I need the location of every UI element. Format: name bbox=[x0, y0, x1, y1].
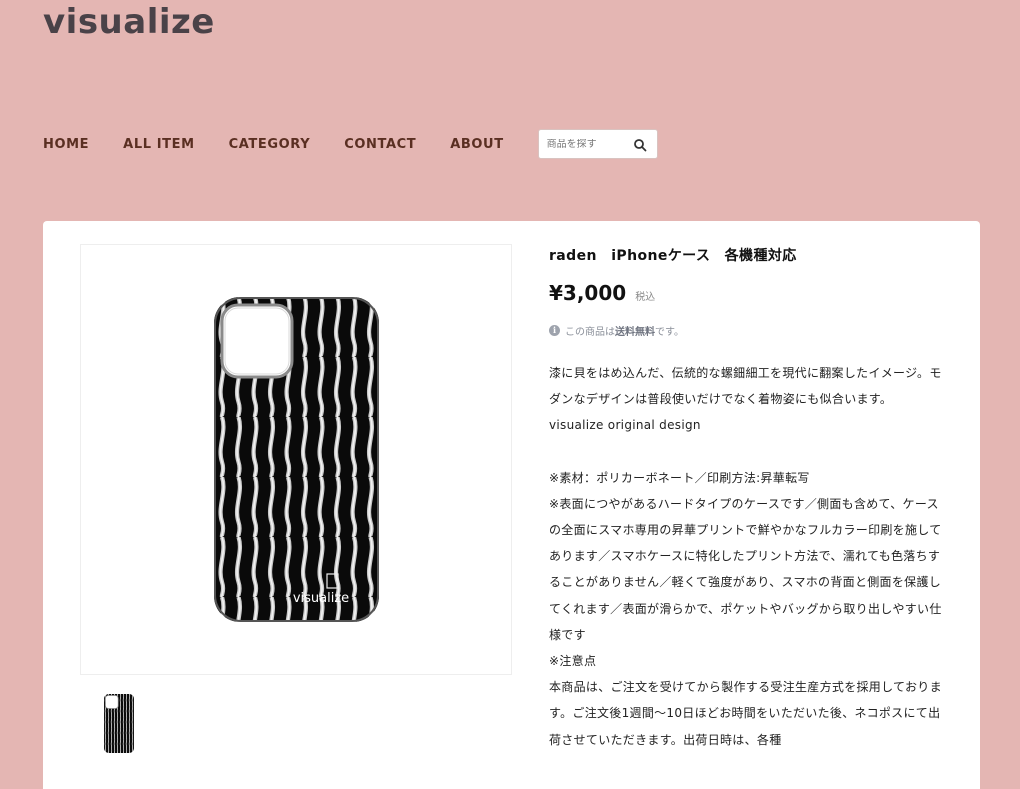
product-description: 漆に貝をはめ込んだ、伝統的な螺鈿細工を現代に翻案したイメージ。モダンなデザインは… bbox=[549, 360, 944, 753]
nav-category[interactable]: CATEGORY bbox=[229, 137, 311, 152]
shipping-prefix: この商品は bbox=[565, 327, 615, 338]
product-main-image: visualize bbox=[80, 244, 512, 675]
search-box bbox=[537, 129, 658, 159]
tax-label: 税込 bbox=[635, 292, 656, 303]
case-brand-text: visualize bbox=[292, 591, 348, 606]
description-paragraph: ※注意点 bbox=[549, 654, 597, 669]
description-paragraph: ※表面につやがあるハードタイプのケースです／側面も含めて、ケースの全面にスマホ専… bbox=[549, 496, 942, 642]
info-icon: i bbox=[549, 325, 560, 336]
main-nav: HOME ALL ITEM CATEGORY CONTACT ABOUT bbox=[43, 129, 658, 159]
product-info: raden iPhoneケース 各機種対応 ¥3,000 税込 i この商品は送… bbox=[549, 245, 944, 753]
thumbnail-case-illustration bbox=[103, 693, 134, 753]
shipping-free-label: 送料無料 bbox=[615, 327, 655, 338]
description-paragraph: ※素材：ポリカーボネート／印刷方法:昇華転写 bbox=[549, 470, 810, 485]
description-paragraph: 本商品は、ご注文を受けてから製作する受注生産方式を採用しております。ご注文後1週… bbox=[549, 680, 942, 747]
description-paragraph: 漆に貝をはめ込んだ、伝統的な螺鈿細工を現代に翻案したイメージ。モダンなデザインは… bbox=[549, 366, 942, 407]
product-thumbnail[interactable] bbox=[80, 683, 157, 763]
nav-home[interactable]: HOME bbox=[43, 137, 89, 152]
shipping-suffix: です。 bbox=[655, 327, 684, 338]
product-price: ¥3,000 bbox=[549, 281, 627, 305]
product-card: visualize raden iPhoneケース 各機種対応 ¥3,000 税… bbox=[43, 221, 980, 789]
shipping-note: i この商品は 送料無料 です。 bbox=[549, 323, 944, 338]
price-row: ¥3,000 税込 bbox=[549, 281, 944, 305]
site-logo[interactable]: visualize bbox=[43, 0, 215, 44]
search-icon[interactable] bbox=[633, 137, 647, 152]
product-title: raden iPhoneケース 各機種対応 bbox=[549, 248, 797, 264]
nav-contact[interactable]: CONTACT bbox=[344, 137, 416, 152]
nav-all-item[interactable]: ALL ITEM bbox=[123, 137, 194, 152]
description-paragraph: visualize original design bbox=[549, 418, 701, 433]
search-input[interactable] bbox=[546, 138, 633, 150]
phone-case-illustration: visualize bbox=[213, 297, 379, 622]
nav-about[interactable]: ABOUT bbox=[450, 137, 503, 152]
